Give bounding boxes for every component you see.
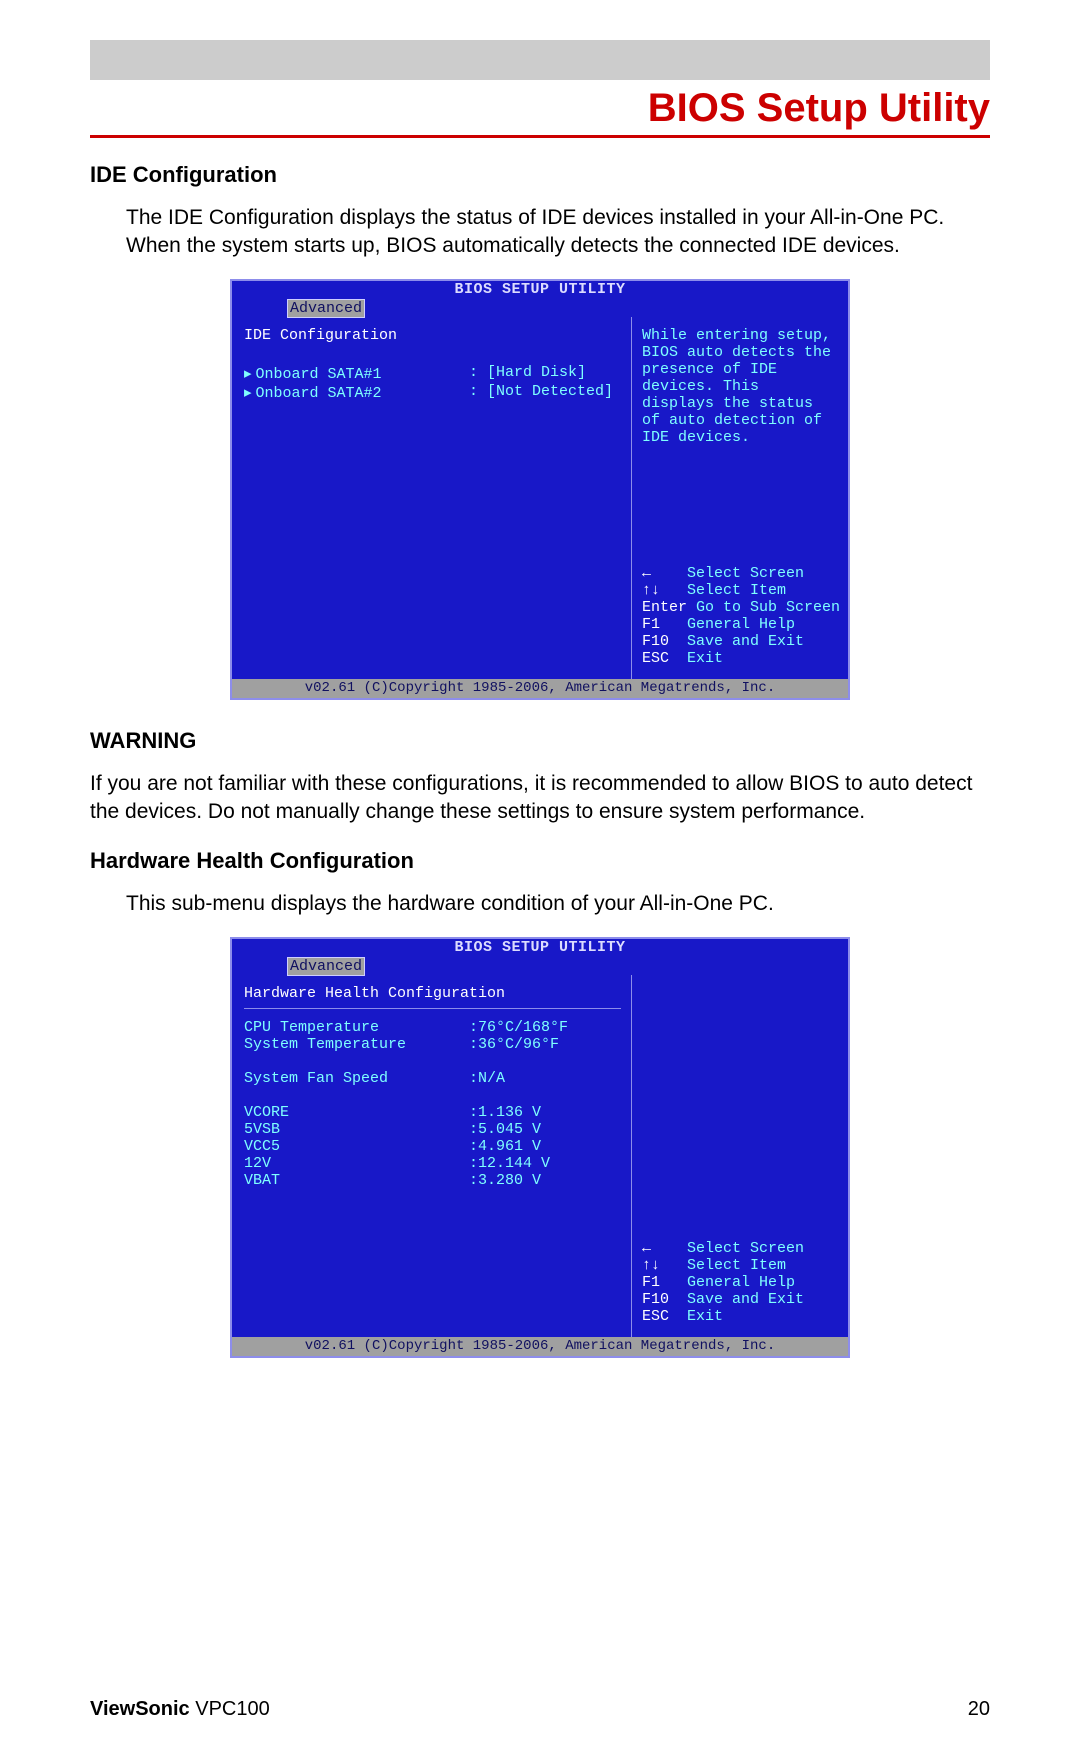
help-key: Enter xyxy=(642,599,687,616)
bios-tab-bar: Advanced xyxy=(232,958,848,975)
bios-title: BIOS SETUP UTILITY xyxy=(232,939,848,958)
help-key-text: Select Screen xyxy=(687,1240,804,1257)
page-header-title: BIOS Setup Utility xyxy=(90,86,990,138)
footer-model: VPC100 xyxy=(195,1698,270,1720)
help-key-text: Save and Exit xyxy=(687,633,804,650)
bios2-row-5: VCORE:1.136 V xyxy=(244,1104,621,1121)
warning-heading: WARNING xyxy=(90,728,990,754)
bios2-row-value: :36°C/96°F xyxy=(469,1036,621,1053)
help-key: ← xyxy=(642,1240,651,1257)
help-key: F1 xyxy=(642,616,660,633)
bios-screen-ide: BIOS SETUP UTILITY Advanced IDE Configur… xyxy=(230,279,850,700)
help-key: F1 xyxy=(642,1274,660,1291)
bios-tab-bar: Advanced xyxy=(232,300,848,317)
bios-tab-advanced[interactable]: Advanced xyxy=(288,958,364,975)
bios2-row-value: :3.280 V xyxy=(469,1172,621,1189)
help-key-text: Exit xyxy=(687,1308,723,1325)
bios2-row-label: 12V xyxy=(244,1155,469,1172)
bios2-row-label: CPU Temperature xyxy=(244,1019,469,1036)
bios2-row-value: :76°C/168°F xyxy=(469,1019,621,1036)
bios2-row-1: System Temperature:36°C/96°F xyxy=(244,1036,621,1053)
bios2-row-8: 12V:12.144 V xyxy=(244,1155,621,1172)
ide-heading: IDE Configuration xyxy=(90,162,990,188)
ide-description: The IDE Configuration displays the statu… xyxy=(126,204,990,261)
help-key-text: Select Item xyxy=(687,1257,786,1274)
bios1-row-0-label: Onboard SATA#1 xyxy=(256,366,382,383)
help-key-text: General Help xyxy=(687,616,795,633)
help-key-text: Go to Sub Screen xyxy=(696,599,840,616)
bios2-section-title: Hardware Health Configuration xyxy=(244,985,621,1002)
help-key: ESC xyxy=(642,1308,669,1325)
bios2-row-label: 5VSB xyxy=(244,1121,469,1138)
bios2-row-label: VCORE xyxy=(244,1104,469,1121)
triangle-icon: ▸ xyxy=(244,385,252,402)
help-key-text: Save and Exit xyxy=(687,1291,804,1308)
bios-footer: v02.61 (C)Copyright 1985-2006, American … xyxy=(232,679,848,698)
bios-screen-health: BIOS SETUP UTILITY Advanced Hardware Hea… xyxy=(230,937,850,1358)
bios2-row-value: :1.136 V xyxy=(469,1104,621,1121)
bios2-row-2 xyxy=(244,1053,621,1070)
warning-text: If you are not familiar with these confi… xyxy=(90,770,990,827)
bios2-row-label: VBAT xyxy=(244,1172,469,1189)
bios2-row-value: :4.961 V xyxy=(469,1138,621,1155)
bios1-section-title: IDE Configuration xyxy=(244,327,621,344)
bios-title: BIOS SETUP UTILITY xyxy=(232,281,848,300)
help-key-text: Exit xyxy=(687,650,723,667)
bios2-row-4 xyxy=(244,1087,621,1104)
hardware-description: This sub-menu displays the hardware cond… xyxy=(126,890,990,918)
triangle-icon: ▸ xyxy=(244,366,252,383)
bios1-help-text: While entering setup, BIOS auto detects … xyxy=(642,327,840,446)
footer-page-number: 20 xyxy=(968,1698,990,1721)
bios1-row-1-value: [Not Detected] xyxy=(487,383,613,400)
footer-brand: ViewSonic xyxy=(90,1698,190,1720)
help-key: ESC xyxy=(642,650,669,667)
bios2-row-3: System Fan Speed:N/A xyxy=(244,1070,621,1087)
bios2-row-label: System Fan Speed xyxy=(244,1070,469,1087)
help-key-text: Select Item xyxy=(687,582,786,599)
help-key: ← xyxy=(642,565,651,582)
help-key-text: Select Screen xyxy=(687,565,804,582)
help-key: F10 xyxy=(642,633,669,650)
bios2-row-0: CPU Temperature:76°C/168°F xyxy=(244,1019,621,1036)
page-footer: ViewSonic VPC100 20 xyxy=(90,1698,990,1721)
help-key-text: General Help xyxy=(687,1274,795,1291)
bios2-help-keys: ← Select Screen ↑↓ Select Item F1 Genera… xyxy=(642,1240,840,1325)
bios2-row-value: :N/A xyxy=(469,1070,621,1087)
bios1-help-keys: ← Select Screen ↑↓ Select Item Enter Go … xyxy=(642,565,840,667)
bios2-row-7: VCC5:4.961 V xyxy=(244,1138,621,1155)
bios2-row-9: VBAT:3.280 V xyxy=(244,1172,621,1189)
bios1-row-0-value: [Hard Disk] xyxy=(487,364,586,381)
bios2-row-label: VCC5 xyxy=(244,1138,469,1155)
bios2-row-label: System Temperature xyxy=(244,1036,469,1053)
bios2-row-6: 5VSB:5.045 V xyxy=(244,1121,621,1138)
header-grey-bar xyxy=(90,40,990,80)
bios1-row-0[interactable]: ▸Onboard SATA#1 : [Hard Disk] xyxy=(244,364,621,383)
bios-footer: v02.61 (C)Copyright 1985-2006, American … xyxy=(232,1337,848,1356)
help-key: F10 xyxy=(642,1291,669,1308)
help-key: ↑↓ xyxy=(642,1257,660,1274)
bios1-row-1-label: Onboard SATA#2 xyxy=(256,385,382,402)
help-key: ↑↓ xyxy=(642,582,660,599)
bios2-row-value: :5.045 V xyxy=(469,1121,621,1138)
bios-tab-advanced[interactable]: Advanced xyxy=(288,300,364,317)
bios1-row-1[interactable]: ▸Onboard SATA#2 : [Not Detected] xyxy=(244,383,621,402)
bios2-row-value: :12.144 V xyxy=(469,1155,621,1172)
hardware-heading: Hardware Health Configuration xyxy=(90,848,990,874)
